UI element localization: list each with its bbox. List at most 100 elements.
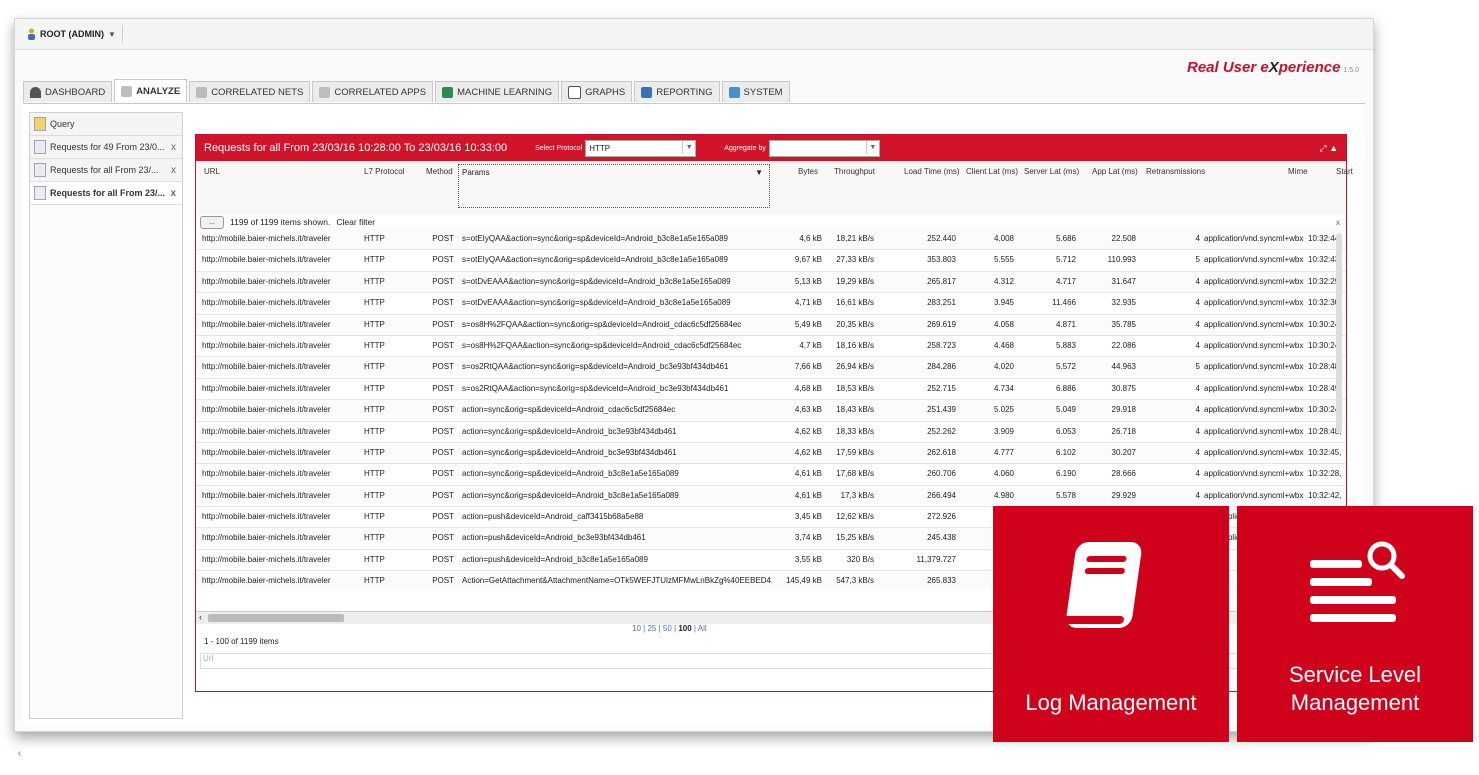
cell-protocol: HTTP xyxy=(364,426,385,436)
table-row[interactable]: http://mobile.baier-michels.it/traveler H… xyxy=(196,379,1346,401)
table-row[interactable]: http://mobile.baier-michels.it/traveler H… xyxy=(196,357,1346,379)
cell-method: POST xyxy=(432,255,454,265)
vertical-scrollbar[interactable] xyxy=(1336,233,1342,433)
table-row[interactable]: http://mobile.baier-michels.it/traveler H… xyxy=(196,464,1346,486)
scroll-left-icon[interactable]: ‹ xyxy=(199,612,202,622)
database-icon xyxy=(319,86,331,98)
cell-method: POST xyxy=(432,405,454,415)
saved-request-item-active[interactable]: Requests for all From 23/... x xyxy=(30,182,182,205)
scroll-left-icon[interactable]: ‹ xyxy=(18,748,21,759)
col-params[interactable]: Params ▼ xyxy=(458,164,770,208)
cell-server-lat: 4.871 xyxy=(1055,319,1076,329)
cell-bytes: 5,13 kB xyxy=(794,276,822,286)
table-row[interactable]: http://mobile.baier-michels.it/traveler H… xyxy=(196,314,1346,336)
cell-throughput: 18,21 kB/s xyxy=(836,234,874,243)
cell-protocol: HTTP xyxy=(364,383,385,393)
close-icon[interactable]: x xyxy=(170,188,176,199)
table-row[interactable]: http://mobile.baier-michels.it/traveler H… xyxy=(196,442,1346,465)
cell-protocol: HTTP xyxy=(364,255,385,265)
wrench-icon xyxy=(728,86,740,98)
cell-bytes: 4,71 kB xyxy=(794,298,822,308)
tab-system[interactable]: SYSTEM xyxy=(721,81,790,102)
col-retransmissions[interactable]: Retransmissions xyxy=(1146,167,1205,176)
saved-request-item[interactable]: Requests for all From 23/... x xyxy=(30,159,182,182)
page-size-25[interactable]: 25 xyxy=(647,624,656,633)
cell-url: http://mobile.baier-michels.it/traveler xyxy=(202,405,331,415)
cell-throughput: 18,43 kB/s xyxy=(836,405,874,415)
cell-method: POST xyxy=(432,447,454,457)
col-server-lat[interactable]: Server Lat (ms) xyxy=(1024,167,1079,176)
maximize-icon[interactable]: ⤢ ▲ xyxy=(1319,143,1338,154)
user-menu-button[interactable]: ROOT (ADMIN) ▼ xyxy=(21,25,123,43)
col-start[interactable]: Start xyxy=(1336,167,1353,176)
cell-app-lat: 26.718 xyxy=(1111,426,1136,436)
table-row[interactable]: http://mobile.baier-michels.it/traveler H… xyxy=(196,336,1346,358)
filter-button[interactable]: ... xyxy=(200,215,224,229)
cell-retransmissions: 4 xyxy=(1195,405,1200,415)
cell-retransmissions: 4 xyxy=(1195,276,1200,286)
cell-load-time: 245.438 xyxy=(927,533,956,543)
table-row[interactable]: http://mobile.baier-michels.it/traveler H… xyxy=(196,293,1346,315)
document-icon xyxy=(34,140,46,154)
tab-analyze[interactable]: ANALYZE xyxy=(114,79,188,102)
query-panel: Query Requests for 49 From 23/0... x Requ… xyxy=(29,112,183,719)
col-load-time[interactable]: Load Time (ms) xyxy=(904,167,960,176)
table-row[interactable]: http://mobile.baier-michels.it/traveler H… xyxy=(196,250,1346,272)
page-size-100[interactable]: 100 xyxy=(678,624,691,633)
tab-dashboard[interactable]: DASHBOARD xyxy=(23,81,113,102)
protocol-label: Select Protocol xyxy=(535,144,583,152)
tab-correlated-apps[interactable]: CORRELATED APPS xyxy=(312,81,434,102)
log-management-card[interactable]: Log Management xyxy=(993,506,1229,742)
cell-url: http://mobile.baier-michels.it/traveler xyxy=(202,362,331,372)
tab-correlated-nets[interactable]: CORRELATED NETS xyxy=(189,81,311,102)
col-l7-protocol[interactable]: L7 Protocol xyxy=(364,167,404,176)
col-app-lat[interactable]: App Lat (ms) xyxy=(1092,167,1138,176)
col-client-lat[interactable]: Client Lat (ms) xyxy=(966,167,1018,176)
service-level-management-card[interactable]: Service Level Management xyxy=(1237,506,1473,742)
cell-throughput: 26,94 kB/s xyxy=(836,362,874,372)
cell-client-lat: 5.025 xyxy=(993,405,1014,415)
close-icon[interactable]: x xyxy=(1336,218,1340,227)
cell-throughput: 18,16 kB/s xyxy=(836,340,874,350)
cell-app-lat: 28.666 xyxy=(1111,469,1136,479)
cell-mime: application/vnd.syncml+wbxml xyxy=(1204,234,1304,243)
cell-throughput: 19,29 kB/s xyxy=(836,276,874,286)
col-url[interactable]: URL xyxy=(204,167,220,176)
close-icon[interactable]: x xyxy=(171,142,176,153)
table-row[interactable]: http://mobile.baier-michels.it/traveler H… xyxy=(196,400,1346,422)
page-size-all[interactable]: All xyxy=(698,624,707,633)
query-item[interactable]: Query xyxy=(30,113,182,136)
col-method[interactable]: Method xyxy=(426,167,453,176)
table-row[interactable]: http://mobile.baier-michels.it/traveler H… xyxy=(196,485,1346,508)
cell-retransmissions: 4 xyxy=(1195,234,1200,243)
scroll-thumb[interactable] xyxy=(208,614,344,622)
cell-mime: application/vnd.syncml+wbxml xyxy=(1204,276,1304,286)
tab-machine-learning[interactable]: MACHINE LEARNING xyxy=(435,81,560,102)
aggregate-select[interactable]: ▼ xyxy=(768,139,880,157)
cell-load-time: 252.440 xyxy=(927,234,956,243)
col-throughput[interactable]: Throughput xyxy=(834,167,875,176)
page-size-50[interactable]: 50 xyxy=(663,624,672,633)
cell-mime: application/vnd.syncml+wbxml xyxy=(1204,298,1304,308)
table-header: URL L7 Protocol Method Params ▼ Bytes Thr… xyxy=(196,161,1353,216)
table-row[interactable]: http://mobile.baier-michels.it/traveler H… xyxy=(196,271,1346,294)
cell-bytes: 4,6 kB xyxy=(799,234,822,243)
close-icon[interactable]: x xyxy=(171,165,176,176)
cell-client-lat: 5.555 xyxy=(993,255,1014,265)
col-mime[interactable]: Mime xyxy=(1288,167,1308,176)
page-size-10[interactable]: 10 xyxy=(632,624,641,633)
col-bytes[interactable]: Bytes xyxy=(798,167,818,176)
table-row[interactable]: http://mobile.baier-michels.it/traveler H… xyxy=(196,422,1346,443)
table-row[interactable]: http://mobile.baier-michels.it/traveler H… xyxy=(196,229,1346,251)
cell-params: action=push&deviceId=Android_caff3415b68… xyxy=(462,512,644,522)
saved-request-item[interactable]: Requests for 49 From 23/0... x xyxy=(30,136,182,159)
clear-filter-link[interactable]: Clear filter xyxy=(336,217,375,227)
cell-load-time: 251.439 xyxy=(927,405,956,415)
tab-reporting[interactable]: REPORTING xyxy=(634,81,720,102)
chevron-down-icon: ▼ xyxy=(108,29,116,39)
cell-mime: application/vnd.syncml+wbxml xyxy=(1204,426,1304,436)
protocol-select[interactable]: HTTP ▼ xyxy=(585,139,697,157)
tab-graphs[interactable]: GRAPHS xyxy=(561,81,633,102)
cell-url: http://mobile.baier-michels.it/traveler xyxy=(202,490,331,500)
cell-throughput: 15,25 kB/s xyxy=(836,533,874,543)
